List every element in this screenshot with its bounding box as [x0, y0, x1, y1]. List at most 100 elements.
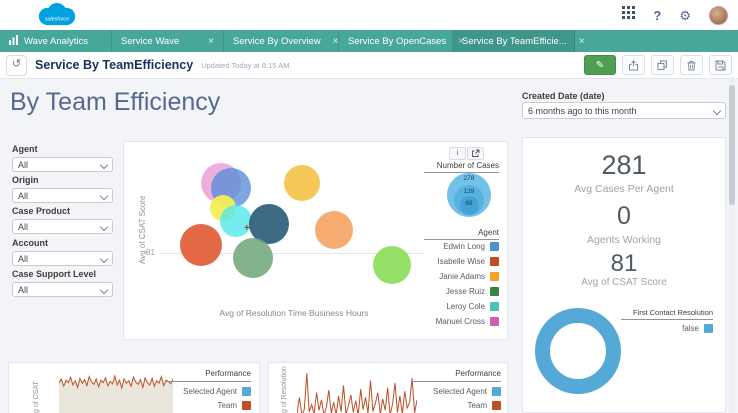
legend-item[interactable]: Team	[165, 401, 251, 410]
delete-button[interactable]	[680, 55, 703, 75]
bubble[interactable]	[315, 211, 353, 249]
tab-wave-analytics[interactable]: Wave Analytics	[0, 30, 112, 52]
donut-legend-divider	[621, 319, 713, 320]
performance-legend: Performance Selected Agent Team	[411, 369, 501, 410]
close-icon[interactable]: ×	[202, 36, 214, 47]
filter-label: Case Product	[12, 206, 71, 216]
case-support-level-select[interactable]: All	[12, 282, 113, 297]
tab-service-by-overview[interactable]: Service By Overview ×	[224, 30, 339, 52]
legend-item[interactable]: Selected Agent	[411, 387, 501, 396]
kpi-card: 281 Avg Cases Per Agent 0 Agents Working…	[522, 137, 726, 413]
scrollbar-thumb[interactable]	[729, 85, 735, 205]
close-icon[interactable]: ×	[327, 36, 339, 47]
share-icon	[629, 59, 638, 70]
bubble-chart-card: Avg of CSAT Score 81 + Avg of Resolution…	[123, 141, 508, 340]
kpi-label: Agents Working	[587, 234, 661, 246]
legend-item[interactable]: Team	[411, 401, 501, 410]
legend-item[interactable]: Selected Agent	[165, 387, 251, 396]
legend-swatch	[704, 324, 713, 333]
user-avatar[interactable]	[709, 5, 728, 25]
chevron-down-icon	[99, 191, 109, 201]
legend-label: false	[682, 324, 699, 333]
clone-button[interactable]	[651, 55, 674, 75]
salesforce-logo-icon[interactable]: salesforce	[34, 3, 80, 28]
kpi-value: 81	[610, 250, 638, 277]
tab-service-by-teamefficiency[interactable]: Service By TeamEfficie... ×	[453, 30, 585, 52]
legend-title: Performance	[205, 369, 251, 378]
kpi-label: Avg of CSAT Score	[581, 277, 667, 288]
agent-legend-item[interactable]: Leroy Cole	[404, 302, 499, 311]
agent-select[interactable]: All	[12, 157, 113, 172]
filter-agent: Agent All	[12, 144, 113, 172]
widget-info-button[interactable]: i	[449, 147, 466, 160]
edit-button[interactable]: ✎	[584, 55, 616, 75]
tab-service-by-opencases[interactable]: Service By OpenCases ×	[339, 30, 464, 52]
agent-legend-item[interactable]: Isabelle Wise	[404, 257, 499, 266]
account-select[interactable]: All	[12, 251, 113, 266]
legend-label: Selected Agent	[433, 387, 487, 396]
agent-legend-item[interactable]: Janie Adams	[404, 272, 499, 281]
first-contact-resolution-donut[interactable]	[535, 308, 621, 394]
agent-legend-label: Isabelle Wise	[437, 257, 485, 266]
size-legend-value: 139	[463, 188, 475, 195]
dashboard-title: Service By TeamEfficiency	[35, 58, 194, 72]
legend-label: Team	[467, 401, 487, 410]
plus-marker-icon: +	[244, 223, 250, 234]
agent-legend-swatch	[490, 287, 499, 296]
trash-icon	[687, 60, 696, 70]
last-updated-text: Updated Today at 8:15 AM	[201, 60, 290, 70]
size-legend-value: 69	[465, 200, 473, 207]
tab-label: Wave Analytics	[24, 35, 89, 47]
legend-swatch	[242, 387, 251, 396]
bubble[interactable]	[233, 238, 273, 278]
legend-divider	[165, 381, 251, 382]
created-date-select[interactable]: 6 months ago to this month	[522, 102, 726, 119]
tab-bar: Wave Analytics Service Wave × Service By…	[0, 30, 738, 52]
created-date-filter-label: Created Date (date)	[522, 91, 605, 101]
origin-select[interactable]: All	[12, 188, 113, 203]
size-legend-value: 278	[463, 175, 475, 182]
select-value: All	[18, 284, 29, 295]
agent-legend-item[interactable]: Manuel Cross	[404, 317, 499, 326]
pencil-icon: ✎	[595, 59, 605, 71]
agent-legend-item[interactable]: Jesse Ruiz	[404, 287, 499, 296]
help-icon[interactable]: ?	[653, 8, 661, 23]
app-launcher-icon[interactable]	[622, 6, 636, 24]
legend-swatch	[492, 401, 501, 410]
save-button[interactable]	[709, 55, 732, 75]
undo-button[interactable]: ↺	[6, 54, 27, 76]
bubble[interactable]	[284, 165, 320, 201]
kpi-value: 0	[617, 202, 631, 230]
agent-legend-item[interactable]: Edwin Long	[404, 242, 499, 251]
tab-label: Service By OpenCases	[348, 35, 447, 47]
case-product-select[interactable]: All	[12, 219, 113, 234]
legend-label: Team	[217, 401, 237, 410]
page-title: By Team Efficiency	[10, 88, 221, 116]
bubble[interactable]	[180, 224, 222, 266]
tab-service-wave[interactable]: Service Wave ×	[112, 30, 224, 52]
agent-legend: Edwin Long Isabelle Wise Janie Adams Jesse …	[404, 242, 499, 332]
filter-origin: Origin All	[12, 175, 113, 203]
close-icon[interactable]: ×	[573, 36, 585, 47]
select-value: All	[18, 253, 29, 264]
share-button[interactable]	[622, 55, 645, 75]
agent-legend-swatch	[490, 257, 499, 266]
select-value: All	[18, 221, 29, 232]
widget-explore-button[interactable]	[467, 147, 484, 160]
filter-label: Agent	[12, 144, 38, 154]
legend-swatch	[242, 401, 251, 410]
filter-label: Case Support Level	[12, 269, 97, 279]
setup-gear-icon[interactable]: ⚙	[679, 9, 691, 22]
chevron-down-icon	[99, 222, 109, 232]
chevron-down-icon	[99, 254, 109, 264]
y-axis-label: Avg of Resolution	[281, 366, 288, 413]
agent-legend-swatch	[490, 302, 499, 311]
agent-legend-label: Leroy Cole	[446, 302, 485, 311]
filter-case-support-level: Case Support Level All	[12, 269, 113, 297]
agent-legend-title: Agent	[478, 228, 499, 237]
agent-legend-divider	[424, 239, 499, 240]
bar-chart-icon	[9, 34, 18, 48]
donut-legend-item[interactable]: false	[621, 324, 713, 333]
resolution-trend-chart	[296, 365, 418, 413]
chevron-down-icon	[712, 106, 722, 116]
